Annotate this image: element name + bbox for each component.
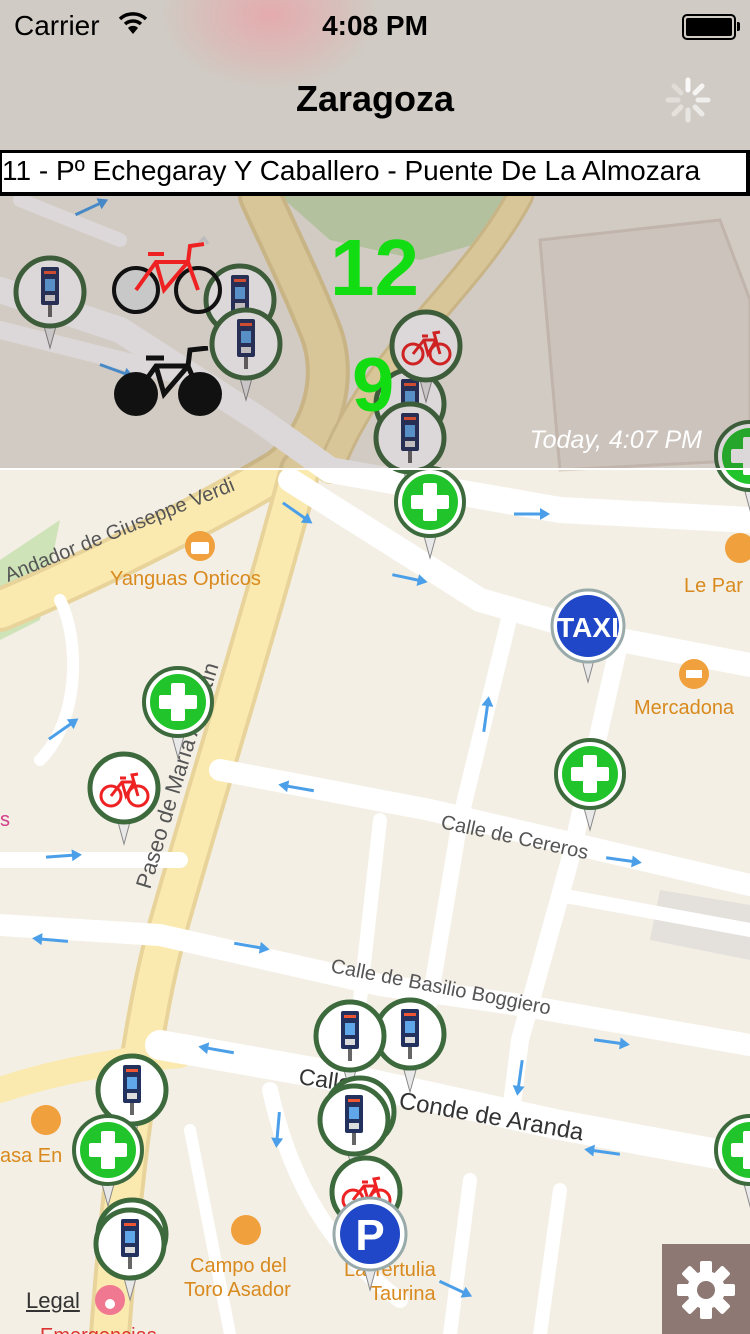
restaurant-icon — [31, 1105, 61, 1135]
station-name-banner[interactable]: 11 - Pº Echegaray Y Caballero - Puente D… — [0, 150, 750, 196]
cart-icon — [679, 659, 709, 689]
legal-link[interactable]: Legal — [26, 1288, 80, 1314]
taxi-label: TAXI — [557, 612, 619, 643]
dock-bike-icon — [114, 346, 222, 416]
poi-le-par[interactable]: Le Par — [684, 575, 743, 597]
parking-label: P — [355, 1211, 384, 1260]
settings-button[interactable] — [662, 1244, 750, 1334]
clock: 4:08 PM — [322, 10, 428, 41]
free-docks-count: 9 — [352, 343, 395, 428]
shopping-icon — [185, 531, 215, 561]
status-bar: Carrier 4:08 PM — [0, 0, 750, 50]
last-updated: Today, 4:07 PM — [529, 426, 702, 454]
restaurant-icon — [231, 1215, 261, 1245]
gear-icon — [677, 1261, 735, 1319]
poi-casa-en[interactable]: asa En — [0, 1145, 62, 1167]
poi-campo-del[interactable]: Campo del — [190, 1255, 287, 1277]
poi-emergencias: Emergencias — [40, 1325, 157, 1334]
available-bike-icon — [112, 236, 222, 314]
poi-s: s — [0, 809, 10, 831]
poi-mercadona[interactable]: Mercadona — [634, 697, 735, 719]
paw-icon — [95, 1285, 125, 1315]
page-title: Zaragoza — [295, 78, 455, 119]
poi-yanguas-opticos[interactable]: Yanguas Opticos — [110, 568, 261, 590]
poi-toro-asador[interactable]: Toro Asador — [184, 1279, 291, 1301]
available-bikes-count: 12 — [330, 223, 419, 312]
spinner-icon — [665, 77, 711, 123]
battery-icon — [682, 14, 740, 40]
poi-taurina[interactable]: Taurina — [370, 1283, 436, 1305]
station-name: 11 - Pº Echegaray Y Caballero - Puente D… — [2, 155, 701, 186]
